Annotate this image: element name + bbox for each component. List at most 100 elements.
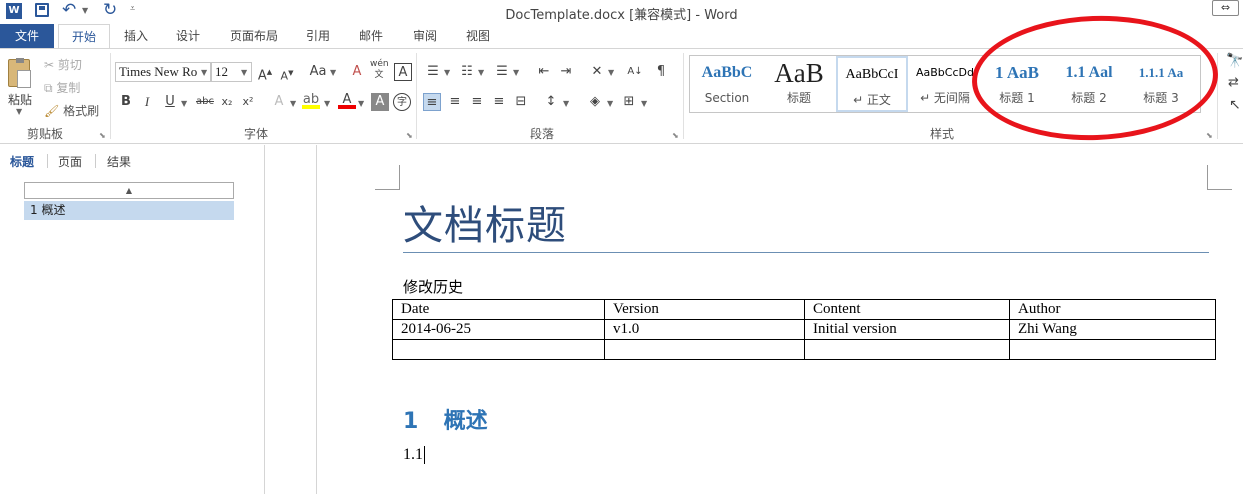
table-cell[interactable] — [804, 339, 1010, 360]
paste-button[interactable]: 粘贴 ▼ — [5, 57, 35, 117]
tab-mailings[interactable]: 邮件 — [351, 24, 391, 48]
style-no-spacing[interactable]: AaBbCcDd ↵ 无间隔 — [910, 56, 980, 112]
font-name-dropdown-icon[interactable]: ▼ — [201, 68, 207, 77]
find-icon[interactable]: 🔭 — [1226, 53, 1243, 69]
justify-icon[interactable]: ≡ — [490, 93, 508, 111]
table-row — [392, 339, 1216, 360]
nav-heading-item[interactable]: 1 概述 — [24, 201, 234, 220]
tab-file[interactable]: 文件 — [0, 24, 54, 48]
underline-button[interactable]: U — [161, 93, 179, 111]
increase-indent-icon[interactable]: ⇥ — [557, 63, 575, 81]
numbering-dropdown-icon[interactable]: ▼ — [478, 68, 484, 77]
format-painter-button[interactable]: 🖌 格式刷 — [44, 102, 99, 119]
style-preview: AaB — [774, 58, 824, 88]
sort-icon[interactable]: A↓ — [626, 63, 644, 81]
table-cell[interactable]: Author — [1009, 299, 1216, 320]
superscript-button[interactable]: x² — [239, 93, 257, 111]
document-page[interactable]: 文档标题 修改历史 Date Version Content Author 20… — [317, 145, 1243, 494]
distributed-icon[interactable]: ⊟ — [512, 93, 530, 111]
highlight-icon[interactable]: ab — [302, 91, 320, 109]
replace-icon[interactable]: ⇄ — [1228, 75, 1239, 90]
style-section[interactable]: AaBbC Section — [692, 56, 762, 112]
shading-dropdown-icon[interactable]: ▼ — [607, 99, 613, 108]
borders-dropdown-icon[interactable]: ▼ — [641, 99, 647, 108]
shading-icon[interactable]: ◈ — [586, 93, 604, 111]
borders-icon[interactable]: ⊞ — [620, 93, 638, 111]
highlight-dropdown-icon[interactable]: ▼ — [324, 99, 330, 108]
font-size-dropdown-icon[interactable]: ▼ — [241, 68, 247, 77]
text-effects-icon[interactable]: A — [270, 93, 288, 111]
enclose-characters-icon[interactable]: 字 — [393, 93, 411, 111]
strikethrough-button[interactable]: abc — [194, 93, 216, 111]
heading-1[interactable]: 1 概述 — [403, 403, 488, 435]
align-center-icon[interactable]: ≡ — [446, 93, 464, 111]
nav-tab-headings[interactable]: 标题 — [10, 153, 34, 170]
chinese-layout-icon[interactable]: ✕ — [588, 63, 606, 81]
nav-tab-pages[interactable]: 页面 — [58, 153, 82, 170]
phonetic-guide-button[interactable]: wén 文 — [370, 59, 389, 80]
align-left-icon[interactable]: ≡ — [423, 93, 441, 111]
style-normal[interactable]: AaBbCcI ↵ 正文 — [836, 56, 908, 112]
table-cell[interactable]: Date — [392, 299, 605, 320]
subscript-button[interactable]: x₂ — [218, 93, 236, 111]
table-cell[interactable]: Content — [804, 299, 1010, 320]
tab-references[interactable]: 引用 — [298, 24, 338, 48]
table-cell[interactable]: Zhi Wang — [1009, 319, 1216, 340]
table-cell[interactable]: 2014-06-25 — [392, 319, 605, 340]
multilevel-list-icon[interactable]: ☰ — [493, 63, 511, 81]
paste-label: 粘贴 — [7, 93, 32, 107]
nav-tab-results[interactable]: 结果 — [107, 153, 131, 170]
bullets-dropdown-icon[interactable]: ▼ — [444, 68, 450, 77]
grow-font-icon[interactable]: A▲ — [256, 63, 274, 83]
multilevel-list-dropdown-icon[interactable]: ▼ — [513, 68, 519, 77]
line-spacing-icon[interactable]: ↕ — [542, 93, 560, 111]
table-cell[interactable] — [604, 339, 805, 360]
font-name-combobox[interactable]: Times New Ro — [115, 62, 211, 82]
tab-view[interactable]: 视图 — [458, 24, 498, 48]
revision-history-table[interactable]: Date Version Content Author 2014-06-25 v… — [392, 299, 1216, 360]
clear-formatting-icon[interactable]: A — [348, 63, 366, 81]
font-color-icon[interactable]: A — [338, 91, 356, 109]
text-effects-dropdown-icon[interactable]: ▼ — [290, 99, 296, 108]
character-border-button[interactable]: A — [394, 63, 412, 81]
italic-button[interactable]: I — [138, 93, 156, 111]
shrink-font-icon[interactable]: A▼ — [278, 64, 296, 83]
tab-insert[interactable]: 插入 — [116, 24, 156, 48]
character-shading-icon[interactable]: A — [371, 93, 389, 111]
numbering-icon[interactable]: ☷ — [458, 63, 476, 81]
body-paragraph[interactable]: 1.1 — [403, 446, 425, 465]
ribbon-display-options-icon[interactable]: ⇔ — [1212, 0, 1239, 16]
font-color-dropdown-icon[interactable]: ▼ — [358, 99, 364, 108]
copy-button[interactable]: ⧉ 复制 — [44, 79, 80, 96]
collapse-all-button[interactable]: ▲ — [24, 182, 234, 199]
table-cell[interactable]: v1.0 — [604, 319, 805, 340]
underline-dropdown-icon[interactable]: ▼ — [181, 99, 187, 108]
line-spacing-dropdown-icon[interactable]: ▼ — [563, 99, 569, 108]
paragraph-dialog-launcher-icon[interactable]: ⬊ — [672, 131, 679, 140]
align-right-icon[interactable]: ≡ — [468, 93, 486, 111]
bullets-icon[interactable]: ☰ — [424, 63, 442, 81]
styles-dialog-launcher-icon[interactable]: ⬊ — [1206, 131, 1213, 140]
table-cell[interactable]: Version — [604, 299, 805, 320]
cut-button[interactable]: ✂ 剪切 — [44, 56, 82, 73]
tab-design[interactable]: 设计 — [168, 24, 208, 48]
styles-group-label: 样式 — [929, 127, 954, 141]
select-icon[interactable]: ↖ — [1229, 97, 1241, 113]
decrease-indent-icon[interactable]: ⇤ — [535, 63, 553, 81]
tab-review[interactable]: 审阅 — [405, 24, 445, 48]
table-cell[interactable] — [1009, 339, 1216, 360]
bold-button[interactable]: B — [117, 93, 135, 111]
style-title[interactable]: AaB 标题 — [764, 56, 834, 112]
change-case-dropdown-icon[interactable]: ▼ — [330, 68, 336, 77]
font-dialog-launcher-icon[interactable]: ⬊ — [406, 131, 413, 140]
show-marks-icon[interactable]: ¶ — [652, 63, 670, 81]
table-cell[interactable]: Initial version — [804, 319, 1010, 340]
change-case-button[interactable]: Aa — [306, 63, 330, 81]
chinese-layout-dropdown-icon[interactable]: ▼ — [608, 68, 614, 77]
document-title[interactable]: 文档标题 — [403, 193, 567, 251]
revision-history-label[interactable]: 修改历史 — [403, 276, 463, 297]
tab-page-layout[interactable]: 页面布局 — [222, 24, 286, 48]
tab-home[interactable]: 开始 — [58, 24, 110, 49]
clipboard-dialog-launcher-icon[interactable]: ⬊ — [99, 131, 106, 140]
table-cell[interactable] — [392, 339, 605, 360]
